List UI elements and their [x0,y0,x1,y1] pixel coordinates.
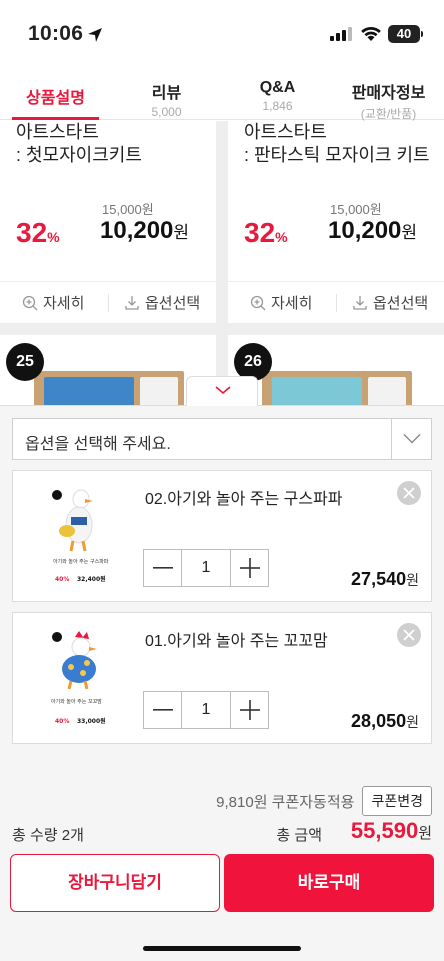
minus-icon [153,567,173,569]
product-image-art [44,377,134,405]
divider [336,294,337,312]
decrease-quantity-button[interactable] [144,692,182,728]
decrease-quantity-button[interactable] [144,550,182,586]
svg-text:32,400원: 32,400원 [77,575,106,583]
option-price: 28,050원 [351,711,419,731]
status-bar: 10:06 40 [0,0,444,70]
option-select-button[interactable]: 옵션선택 [124,292,200,313]
card-actions: 자세히 옵션선택 [0,281,216,323]
tab-sub: (교환/반품) [360,107,417,121]
remove-option-button[interactable] [397,481,421,505]
home-indicator[interactable] [143,946,301,951]
sale-price: 10,200원 [328,217,418,244]
plus-icon [240,558,260,578]
svg-text:33,000원: 33,000원 [77,717,106,725]
selected-option-item: 아기와 놀아 주는 구스파파 40% 32,400원 02.아기와 놀아 주는 … [12,470,432,602]
option-thumbnail: 아기와 놀아 주는 꼬꼬맘 40% 33,000원 [23,623,123,735]
product-grid: 아트스타트 : 첫모자이크키트 15,000원 32% 10,200원 자세히 … [0,121,444,405]
product-name: 아트스타트 : 판타스틱 모자이크 키트 [244,122,430,165]
close-icon [403,487,415,499]
sheet-collapse-handle[interactable] [186,376,258,406]
tab-count: 1,846 [262,99,293,113]
quantity-stepper: 1 [143,549,269,587]
change-coupon-button[interactable]: 쿠폰변경 [362,786,432,816]
quantity-value[interactable]: 1 [182,692,230,728]
original-price: 15,000원 [102,202,154,217]
quantity-value[interactable]: 1 [182,550,230,586]
discount-rate: 32% [244,217,288,248]
option-select-placeholder: 옵션을 선택해 주세요. [25,436,171,453]
option-title: 01.아기와 놀아 주는 꼬꼬맘 [145,633,328,650]
download-icon [353,295,367,310]
option-select-button[interactable]: 옵션선택 [352,292,428,313]
coupon-row: 9,810원 쿠폰자동적용 쿠폰변경 [216,786,432,816]
tab-label: 판매자정보 [351,85,426,102]
hen-toy-image: 아기와 놀아 주는 꼬꼬맘 40% 33,000원 [51,631,106,725]
original-price: 15,000원 [330,202,382,217]
product-image-side [368,377,406,405]
product-card[interactable]: 아트스타트 : 첫모자이크키트 15,000원 32% 10,200원 자세히 … [0,121,216,323]
option-price: 27,540원 [351,569,419,589]
increase-quantity-button[interactable] [230,550,268,586]
product-image-side [140,377,178,405]
divider [108,294,109,312]
svg-text:40%: 40% [55,718,69,725]
tab-seller-info[interactable]: 판매자정보 (교환/반품) [333,70,444,121]
goose-toy-image: 아기와 놀아 주는 구스파파 40% 32,400원 [52,489,109,583]
sale-price: 10,200원 [100,217,190,244]
remove-option-button[interactable] [397,623,421,647]
tab-reviews[interactable]: 리뷰 5,000 [111,70,222,120]
tab-label: 리뷰 [151,85,182,102]
discount-rate: 32% [16,217,60,248]
option-thumbnail: 아기와 놀아 주는 구스파파 40% 32,400원 [23,481,123,593]
selected-option-item: 아기와 놀아 주는 꼬꼬맘 40% 33,000원 01.아기와 놀아 주는 꼬… [12,612,432,744]
product-card[interactable]: 아트스타트 : 판타스틱 모자이크 키트 15,000원 32% 10,200원… [228,121,444,323]
product-image-art [272,377,362,405]
zoom-in-icon [22,295,38,310]
detail-button[interactable]: 자세히 [22,292,84,313]
total-price: 55,590원 [350,818,432,843]
card-actions: 자세히 옵션선택 [228,281,444,323]
chevron-down-icon [215,386,231,395]
order-summary: 총 수량 2개 총 금액 55,590원 [12,818,432,846]
close-icon [403,629,415,641]
battery-icon: 40 [388,25,420,43]
status-time: 10:06 [28,22,84,45]
increase-quantity-button[interactable] [230,692,268,728]
tab-active-indicator [12,117,99,120]
total-price-label: 총 금액 [276,827,322,844]
tab-count: 5,000 [151,105,182,119]
svg-text:아기와 놀아 주는 구스파파: 아기와 놀아 주는 구스파파 [53,558,109,565]
svg-text:아기와 놀아 주는 꼬꼬맘: 아기와 놀아 주는 꼬꼬맘 [51,698,102,705]
location-arrow-icon [88,28,102,42]
add-to-cart-button[interactable]: 장바구니담기 [10,854,220,912]
download-icon [125,295,139,310]
detail-button[interactable]: 자세히 [250,292,312,313]
rank-badge: 25 [6,343,44,381]
battery-tip [421,31,423,37]
option-select-dropdown[interactable]: 옵션을 선택해 주세요. [12,418,432,460]
tab-description[interactable]: 상품설명 [0,70,111,120]
option-title: 02.아기와 놀아 주는 구스파파 [145,491,343,508]
tab-qna[interactable]: Q&A 1,846 [222,70,333,120]
wifi-icon [361,26,381,41]
tab-label: 상품설명 [26,90,85,107]
total-quantity: 총 수량 2개 [12,827,84,844]
quantity-stepper: 1 [143,691,269,729]
chevron-down-icon [403,434,421,444]
option-bottom-sheet: 옵션을 선택해 주세요. 아기와 놀아 주는 구스파파 40% 32,400원 … [0,405,444,961]
product-tabs: 상품설명 리뷰 5,000 Q&A 1,846 판매자정보 (교환/반품) [0,70,444,121]
zoom-in-icon [250,295,266,310]
plus-icon [240,700,260,720]
dropdown-toggle[interactable] [391,419,431,459]
tab-label: Q&A [259,79,296,96]
purchase-actions: 장바구니담기 바로구매 [10,854,434,912]
coupon-applied-text: 9,810원 쿠폰자동적용 [216,793,355,811]
minus-icon [153,709,173,711]
cellular-signal-icon [330,27,352,41]
buy-now-button[interactable]: 바로구매 [224,854,434,912]
svg-text:40%: 40% [55,576,69,583]
product-name: 아트스타트 : 첫모자이크키트 [16,122,142,165]
